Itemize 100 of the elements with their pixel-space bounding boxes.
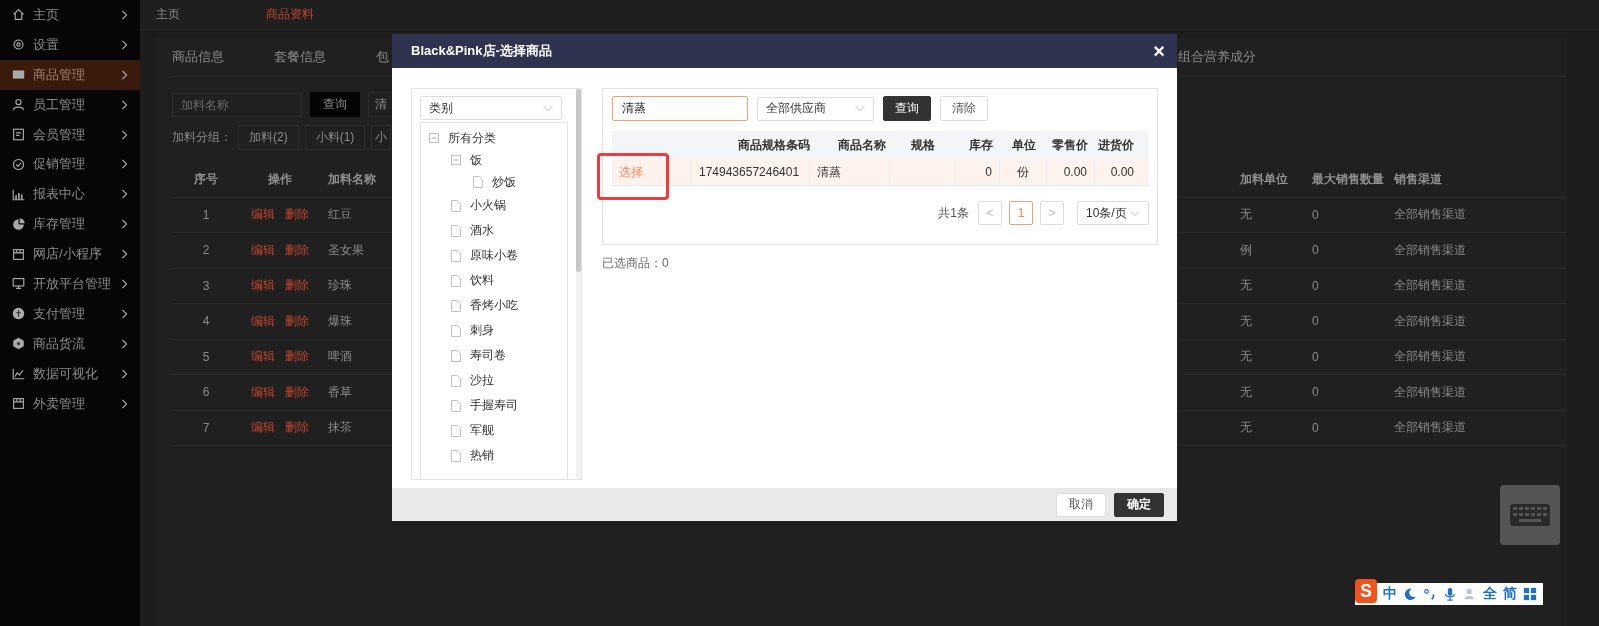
ime-script-button[interactable]: 简: [1503, 585, 1517, 603]
chevron-right-icon: [121, 9, 128, 20]
tree-item[interactable]: 手握寿司: [470, 397, 518, 414]
action-link[interactable]: 编辑: [251, 419, 275, 437]
microphone-icon[interactable]: [1443, 587, 1457, 601]
action-link[interactable]: 编辑: [251, 312, 275, 330]
table-cell-text: 无: [1239, 277, 1253, 295]
table-cell-text: 全部销售渠道: [1393, 277, 1467, 295]
group-label: 加料分组：: [172, 129, 232, 146]
sidebar-item[interactable]: 促销管理: [0, 149, 140, 180]
tree-item[interactable]: 热销: [470, 447, 494, 464]
table-cell-text: 无: [1239, 419, 1253, 437]
action-link[interactable]: 删除: [285, 277, 309, 295]
tree-item[interactable]: 所有分类: [448, 129, 496, 147]
tree-item[interactable]: 炒饭: [492, 173, 516, 191]
sidebar-item[interactable]: 商品管理: [0, 59, 140, 90]
table-cell-text: 全部销售渠道: [1393, 206, 1467, 224]
collapse-icon[interactable]: [429, 133, 439, 143]
table-cell-text: 0: [1311, 243, 1320, 258]
column-header: 商品规格条码: [737, 136, 810, 154]
tree-item[interactable]: 沙拉: [470, 372, 494, 389]
tab[interactable]: 商品信息: [172, 48, 274, 66]
group-button[interactable]: 小: [371, 125, 392, 150]
column-header: 序号: [193, 170, 219, 188]
action-link[interactable]: 编辑: [251, 277, 275, 295]
action-link[interactable]: 删除: [285, 419, 309, 437]
sidebar-item[interactable]: 商品货流: [0, 328, 140, 359]
sidebar-item[interactable]: 员工管理: [0, 89, 140, 120]
page-size-select[interactable]: 10条/页: [1077, 201, 1149, 225]
sidebar-item[interactable]: 主页: [0, 0, 140, 30]
toolbar-button[interactable]: 查询: [883, 96, 931, 121]
action-link[interactable]: 编辑: [251, 206, 275, 224]
tree-item[interactable]: 寿司卷: [470, 347, 506, 364]
search-field[interactable]: 加料名称: [172, 92, 302, 117]
breadcrumb-link[interactable]: 主页: [156, 6, 180, 23]
ime-width-button[interactable]: 全: [1483, 585, 1497, 603]
action-link[interactable]: 删除: [285, 383, 309, 401]
sidebar-item[interactable]: 外卖管理: [0, 388, 140, 419]
action-link[interactable]: 删除: [285, 206, 309, 224]
sidebar-item[interactable]: 报表中心: [0, 179, 140, 210]
scrollbar-thumb[interactable]: [576, 89, 581, 272]
moon-icon[interactable]: [1403, 587, 1417, 601]
close-button[interactable]: ×: [1151, 41, 1167, 61]
ime-mode-button[interactable]: 中: [1383, 585, 1397, 603]
table-cell-text: 0: [1311, 420, 1320, 435]
table-cell-text: 0.00: [1109, 164, 1135, 181]
bar-chart-icon: [12, 187, 25, 201]
pie-chart-icon: [12, 217, 25, 231]
file-icon: [451, 224, 461, 237]
column-header: 规格: [909, 136, 936, 154]
ime-logo[interactable]: S: [1355, 579, 1377, 603]
tree-item[interactable]: 小火锅: [470, 197, 506, 214]
line-chart-icon: [12, 367, 25, 381]
sidebar-item[interactable]: 支付管理: [0, 298, 140, 329]
group-button[interactable]: 小料(1): [304, 125, 366, 150]
breadcrumb-link[interactable]: 商品资料: [266, 6, 314, 23]
action-link[interactable]: 删除: [285, 241, 309, 259]
sidebar-item[interactable]: 设置: [0, 29, 140, 60]
action-link[interactable]: 删除: [285, 348, 309, 366]
tree-item[interactable]: 饭: [470, 151, 482, 169]
table-cell-text: 圣女果: [327, 241, 365, 259]
action-link[interactable]: 删除: [285, 312, 309, 330]
dialog-button[interactable]: 取消: [1056, 492, 1106, 517]
toolbar-button[interactable]: 清除: [940, 96, 988, 121]
filter-button[interactable]: 查询: [310, 92, 360, 117]
table-cell-text: 4: [201, 314, 211, 329]
grid-icon[interactable]: [1523, 587, 1537, 601]
filter-button[interactable]: 清: [368, 92, 394, 117]
chevron-right-icon: [121, 368, 128, 379]
dialog-button[interactable]: 确定: [1114, 492, 1164, 517]
chevron-right-icon: [121, 278, 128, 289]
keyboard-button[interactable]: [1500, 485, 1560, 545]
search-field[interactable]: 清蒸: [612, 96, 748, 121]
action-link[interactable]: 编辑: [251, 348, 275, 366]
sidebar-item[interactable]: 数据可视化: [0, 358, 140, 389]
tree-item[interactable]: 刺身: [470, 322, 494, 339]
sidebar-item[interactable]: 会员管理: [0, 119, 140, 150]
supplier-select[interactable]: 全部供应商: [757, 96, 874, 121]
person-icon[interactable]: [1463, 587, 1477, 601]
card-icon: [12, 68, 25, 82]
tree-item[interactable]: 香烤小吃: [470, 297, 518, 314]
table-cell-text: 无: [1239, 348, 1253, 366]
tree-item[interactable]: 原味小卷: [470, 247, 518, 264]
group-button[interactable]: 加料(2): [238, 125, 299, 150]
file-icon: [451, 449, 461, 462]
tree-item[interactable]: 军舰: [470, 422, 494, 439]
category-select[interactable]: 类别: [420, 96, 562, 120]
action-link[interactable]: 编辑: [251, 383, 275, 401]
sidebar-item[interactable]: 网店/小程序: [0, 239, 140, 269]
column-header: 零售价: [1051, 136, 1089, 154]
tab[interactable]: 套餐信息: [274, 48, 376, 66]
action-link[interactable]: 编辑: [251, 241, 275, 259]
sidebar-item[interactable]: 开放平台管理: [0, 269, 140, 299]
tree-item[interactable]: 酒水: [470, 222, 494, 239]
collapse-icon[interactable]: [451, 155, 461, 165]
sidebar-item[interactable]: 库存管理: [0, 209, 140, 240]
column-header: 加料名称: [327, 170, 377, 188]
tab[interactable]: 组合营养成分: [1178, 48, 1280, 66]
tree-item[interactable]: 饮料: [470, 272, 494, 289]
punctuation-icon[interactable]: [1423, 587, 1437, 601]
